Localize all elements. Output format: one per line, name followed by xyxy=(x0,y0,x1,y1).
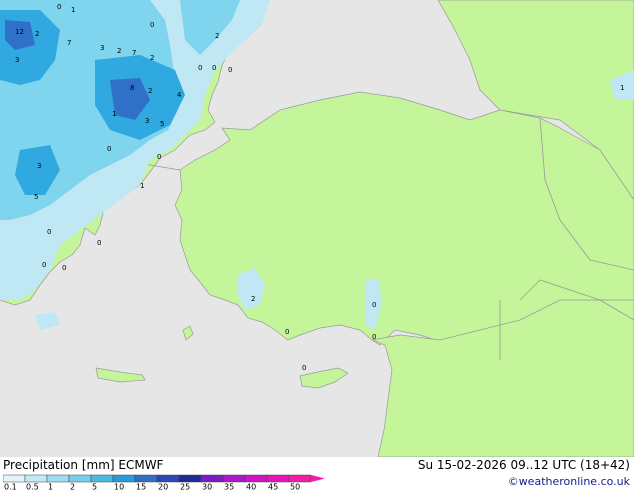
legend-swatch xyxy=(222,474,246,483)
legend-swatch xyxy=(200,474,224,483)
value-label: 0 xyxy=(228,66,232,74)
legend-swatch xyxy=(68,474,92,483)
legend-label: 25 xyxy=(180,483,190,490)
value-label: 2 xyxy=(215,32,219,40)
legend-swatch xyxy=(134,474,158,483)
legend-label: 20 xyxy=(158,483,168,490)
legend-label: 50 xyxy=(290,483,300,490)
legend-swatch xyxy=(288,474,312,483)
value-label: 8 xyxy=(130,84,134,92)
forecast-timestamp: Su 15-02-2026 09..12 UTC (18+42) xyxy=(417,458,630,472)
value-label: 5 xyxy=(160,120,164,128)
value-label: 12 xyxy=(15,28,24,36)
legend-label: 10 xyxy=(114,483,124,490)
value-label: 0 xyxy=(42,261,46,269)
legend-swatch xyxy=(112,474,136,483)
legend-label: 40 xyxy=(246,483,256,490)
value-label: 0 xyxy=(57,3,61,11)
value-label: 7 xyxy=(132,49,136,57)
value-label: 0 xyxy=(372,301,376,309)
value-label: 2 xyxy=(150,54,154,62)
map-title: Precipitation [mm] ECMWF xyxy=(3,458,164,472)
legend-label: 5 xyxy=(92,483,97,490)
value-label: 3 xyxy=(100,44,104,52)
value-label: 2 xyxy=(148,87,152,95)
value-label: 2 xyxy=(251,295,255,303)
legend-swatch xyxy=(266,474,290,483)
legend-swatch xyxy=(244,474,268,483)
value-label: 0 xyxy=(285,328,289,336)
value-label: 7 xyxy=(67,39,71,47)
value-label: 0 xyxy=(157,153,161,161)
value-label: 0 xyxy=(97,239,101,247)
map-footer: Precipitation [mm] ECMWF Su 15-02-2026 0… xyxy=(0,457,634,490)
value-label: 1 xyxy=(71,6,75,14)
legend-label: 15 xyxy=(136,483,146,490)
value-label: 0 xyxy=(107,145,111,153)
legend-label: 35 xyxy=(224,483,234,490)
value-label: 4 xyxy=(177,91,182,99)
legend-swatch xyxy=(178,474,202,483)
legend-label: 0.1 xyxy=(4,483,17,490)
value-label: 5 xyxy=(34,193,38,201)
value-label: 1 xyxy=(620,84,624,92)
legend-label: 0.5 xyxy=(26,483,39,490)
value-label: 3 xyxy=(15,56,19,64)
precipitation-map: 0 1 12 2 3 7 3 2 7 0 2 8 2 4 5 3 1 0 0 0… xyxy=(0,0,634,457)
value-label: 1 xyxy=(112,110,116,118)
value-label: 3 xyxy=(145,117,149,125)
value-label: 1 xyxy=(140,182,144,190)
value-label: 0 xyxy=(62,264,66,272)
legend-swatch xyxy=(24,474,48,483)
legend-swatch xyxy=(3,474,26,483)
legend-swatch xyxy=(46,474,70,483)
precipitation-legend: 0.1 0.5 1 2 5 10 15 20 25 30 35 40 45 50 xyxy=(3,474,325,490)
legend-label: 2 xyxy=(70,483,75,490)
legend-swatch xyxy=(90,474,114,483)
value-label: 0 xyxy=(198,64,202,72)
value-label: 0 xyxy=(212,64,216,72)
value-label: 0 xyxy=(150,21,154,29)
legend-swatch xyxy=(156,474,180,483)
legend-arrow xyxy=(311,475,325,482)
legend-label: 30 xyxy=(202,483,212,490)
value-label: 0 xyxy=(372,333,376,341)
value-label: 0 xyxy=(47,228,51,236)
value-label: 2 xyxy=(117,47,121,55)
value-label: 3 xyxy=(37,162,41,170)
value-label: 0 xyxy=(302,364,306,372)
legend-label: 1 xyxy=(48,483,53,490)
copyright-link[interactable]: ©weatheronline.co.uk xyxy=(508,475,630,488)
value-label: 2 xyxy=(35,30,39,38)
legend-label: 45 xyxy=(268,483,278,490)
